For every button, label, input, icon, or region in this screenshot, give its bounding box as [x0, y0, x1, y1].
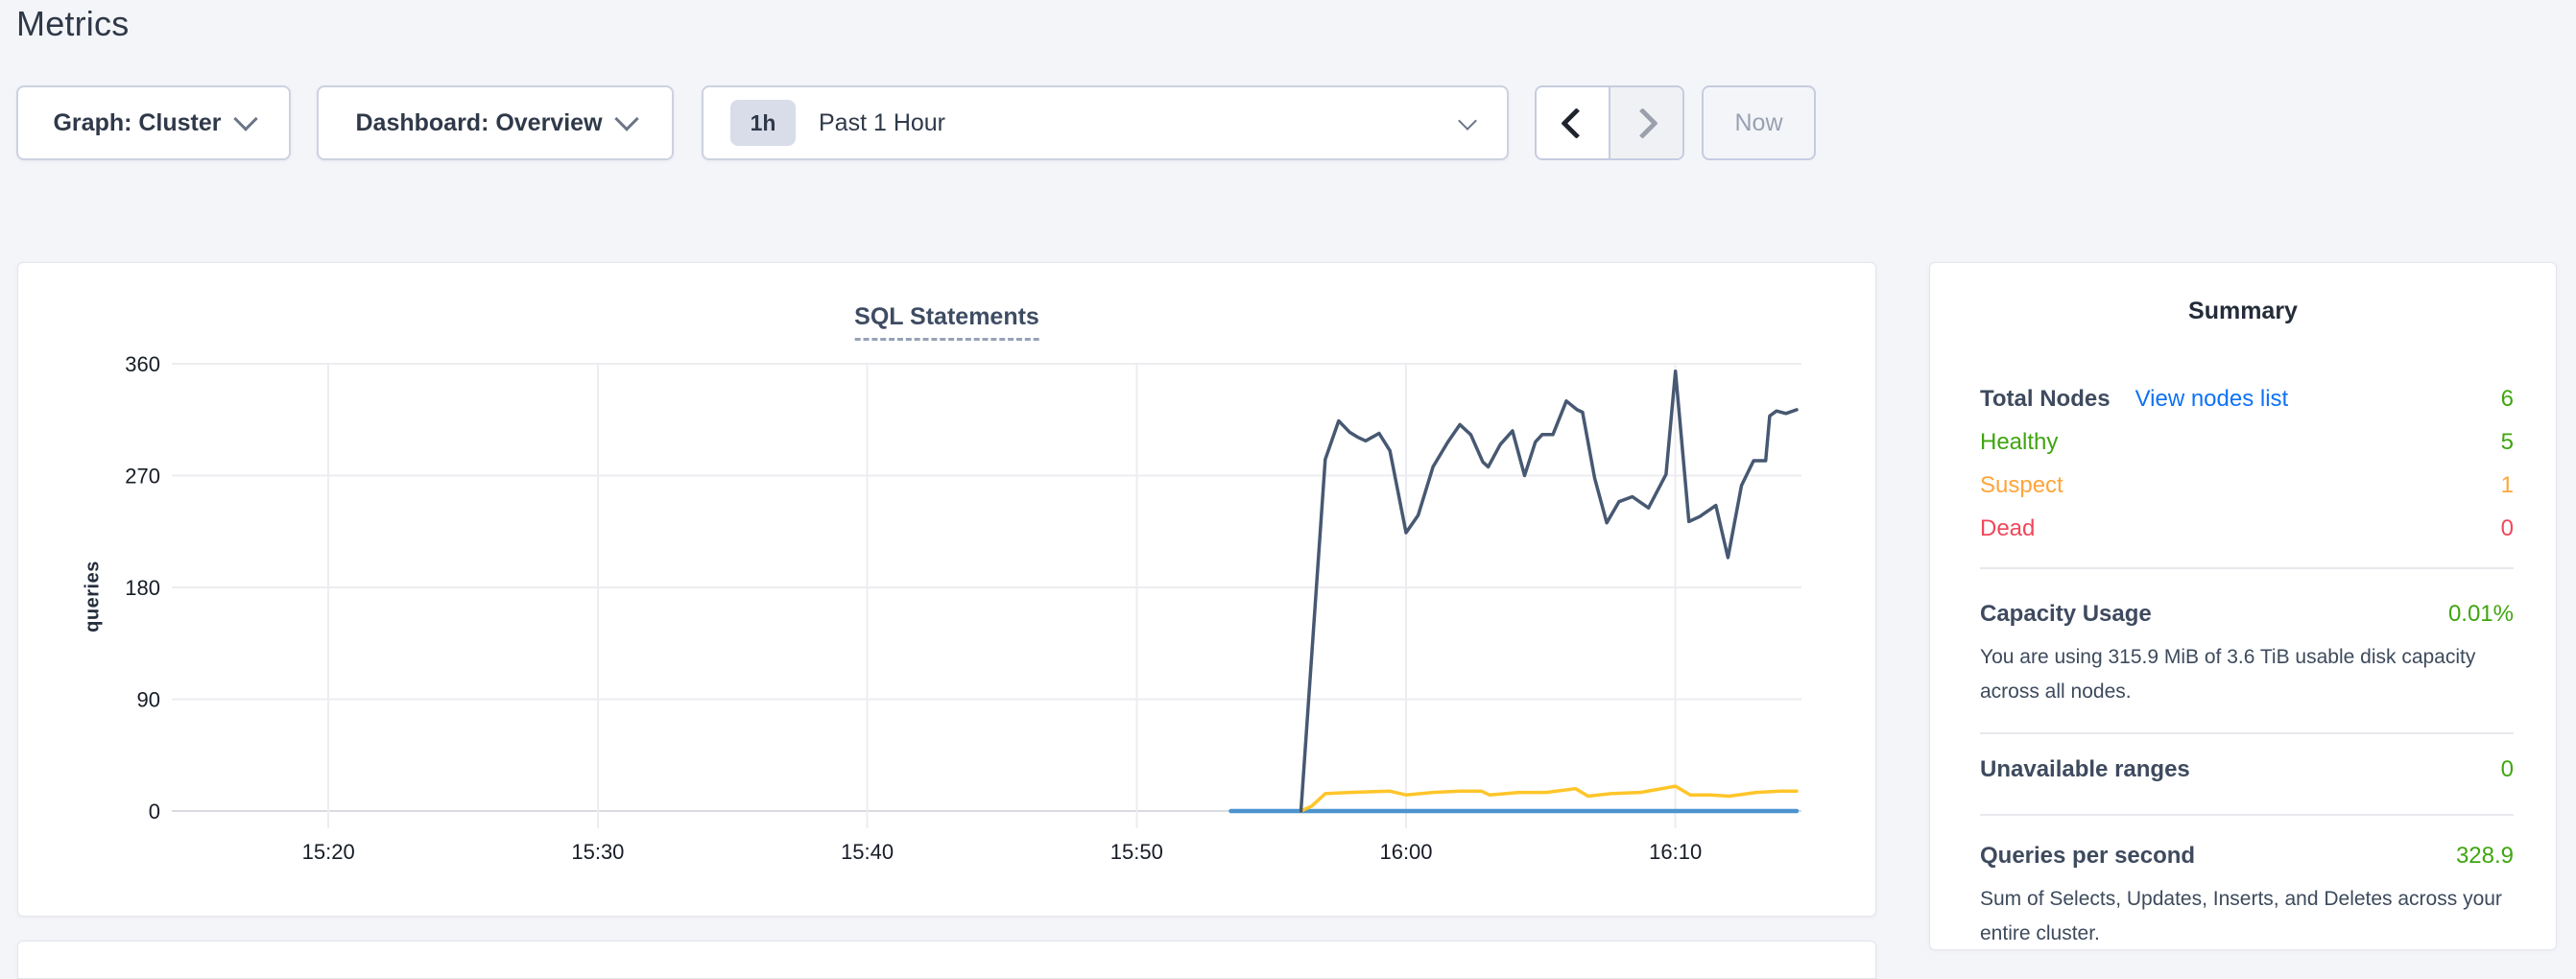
- divider: [1980, 814, 2514, 816]
- capacity-usage-row: Capacity Usage 0.01%: [1980, 601, 2514, 632]
- summary-title: Summary: [1930, 298, 2556, 325]
- suspect-label: Suspect: [1980, 472, 2063, 499]
- y-axis-label: queries: [83, 530, 105, 664]
- dead-nodes-row: Dead 0: [1980, 515, 2514, 546]
- dead-label: Dead: [1980, 515, 2035, 542]
- divider: [1980, 732, 2514, 734]
- y-tick-label: 360: [125, 352, 160, 376]
- view-nodes-list-link[interactable]: View nodes list: [2135, 386, 2289, 413]
- y-tick-label: 0: [149, 800, 160, 824]
- sql-statements-chart[interactable]: 0 90 180 270 360 15:20 15:30 15:40 15:50 16:00 16:…: [18, 263, 1877, 918]
- x-tick-label: 15:30: [571, 840, 624, 864]
- next-chart-card: [17, 941, 1876, 979]
- time-step-buttons: [1535, 85, 1684, 160]
- queries-per-second-caption: Sum of Selects, Updates, Inserts, and De…: [1980, 882, 2514, 950]
- next-timeframe-button[interactable]: [1610, 87, 1682, 158]
- healthy-nodes-row: Healthy 5: [1980, 429, 2514, 460]
- queries-per-second-row: Queries per second 328.9: [1980, 843, 2514, 873]
- capacity-usage-label: Capacity Usage: [1980, 601, 2152, 628]
- summary-panel: Summary Total Nodes View nodes list 6 He…: [1929, 262, 2557, 950]
- graph-dropdown-label: Graph: Cluster: [53, 109, 221, 137]
- graph-dropdown[interactable]: Graph: Cluster: [16, 85, 291, 160]
- dashboard-dropdown-label: Dashboard: Overview: [355, 109, 602, 137]
- previous-timeframe-button[interactable]: [1537, 87, 1610, 158]
- chevron-left-icon: [1561, 107, 1592, 139]
- x-tick-label: 15:50: [1110, 840, 1163, 864]
- dashboard-dropdown[interactable]: Dashboard: Overview: [317, 85, 674, 160]
- x-tick-label: 15:40: [841, 840, 894, 864]
- capacity-usage-caption: You are using 315.9 MiB of 3.6 TiB usabl…: [1980, 640, 2514, 709]
- chart-title[interactable]: SQL Statements: [854, 303, 1039, 341]
- sql-statements-card: 0 90 180 270 360 15:20 15:30 15:40 15:50 16:00 16:…: [17, 262, 1876, 917]
- unavailable-ranges-label: Unavailable ranges: [1980, 756, 2190, 783]
- chevron-down-icon: [1458, 111, 1477, 131]
- y-tick-label: 90: [137, 688, 160, 712]
- healthy-label: Healthy: [1980, 429, 2058, 456]
- total-nodes-label: Total Nodes: [1980, 386, 2111, 413]
- unavailable-ranges-value: 0: [2501, 756, 2514, 783]
- chevron-down-icon: [233, 107, 257, 131]
- capacity-usage-value: 0.01%: [2448, 601, 2514, 628]
- series-line-main-navy: [1301, 371, 1798, 811]
- queries-per-second-label: Queries per second: [1980, 843, 2195, 870]
- total-nodes-value: 6: [2501, 386, 2514, 413]
- healthy-value: 5: [2501, 429, 2514, 456]
- queries-per-second-value: 328.9: [2456, 843, 2514, 870]
- page-title: Metrics: [16, 4, 129, 44]
- x-tick-label: 16:00: [1379, 840, 1432, 864]
- time-range-label: Past 1 Hour: [819, 109, 945, 137]
- now-button[interactable]: Now: [1702, 85, 1816, 160]
- chevron-down-icon: [614, 107, 638, 131]
- y-tick-label: 270: [125, 465, 160, 489]
- unavailable-ranges-row: Unavailable ranges 0: [1980, 756, 2514, 787]
- total-nodes-row: Total Nodes View nodes list 6: [1980, 386, 2514, 417]
- dead-value: 0: [2501, 515, 2514, 542]
- x-tick-label: 16:10: [1649, 840, 1702, 864]
- metrics-page: { "page": { "title": "Metrics", "backgro…: [0, 0, 2576, 950]
- time-range-selector[interactable]: 1h Past 1 Hour: [702, 85, 1509, 160]
- divider: [1980, 567, 2514, 569]
- suspect-nodes-row: Suspect 1: [1980, 472, 2514, 503]
- time-range-badge: 1h: [730, 100, 796, 146]
- series-line-low-yellow: [1301, 786, 1798, 811]
- chevron-right-icon: [1627, 107, 1658, 139]
- suspect-value: 1: [2501, 472, 2514, 499]
- x-tick-label: 15:20: [302, 840, 355, 864]
- y-tick-label: 180: [125, 576, 160, 600]
